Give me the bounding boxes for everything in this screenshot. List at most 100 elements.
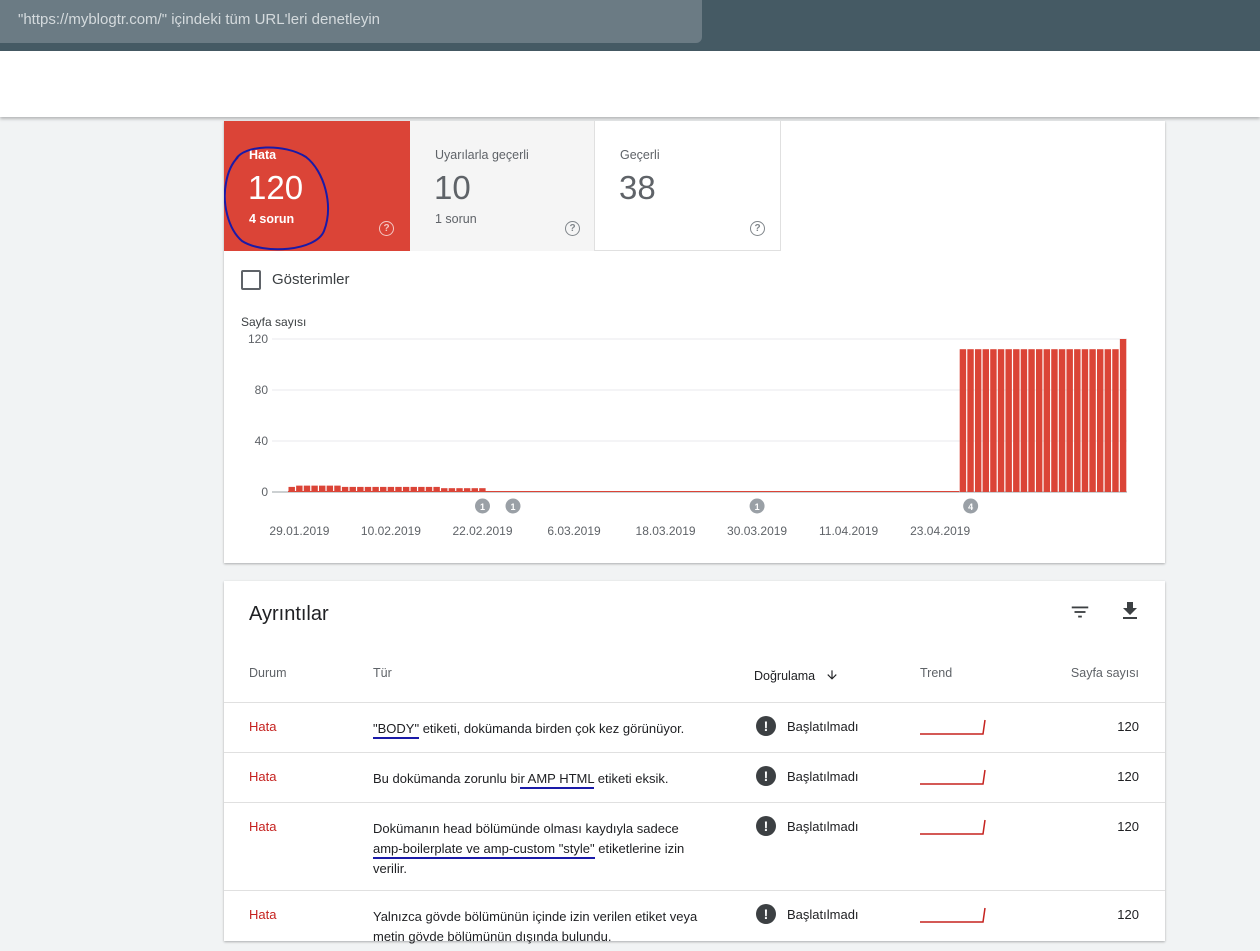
row-type-part: Bu dokümanda zorunlu bi [373, 771, 521, 786]
chart-bar [1081, 349, 1089, 492]
row-type-part: etiketi eksik. [594, 771, 669, 786]
row-type-part: amp-boilerplate ve amp-custom "style" [373, 841, 595, 859]
col-status[interactable]: Durum [249, 666, 287, 680]
annotation-label: 1 [755, 502, 760, 512]
tile-warning-issues: 1 sorun [435, 212, 477, 226]
chart-bar [1005, 349, 1012, 492]
download-icon[interactable] [1118, 599, 1142, 623]
chart-bar [990, 349, 997, 492]
details-title: Ayrıntılar [249, 603, 329, 625]
y-tick-label: 80 [255, 383, 269, 397]
filter-icon[interactable] [1069, 601, 1091, 623]
row-type-part: r AMP HTML [520, 771, 595, 789]
header-bar [0, 51, 1260, 117]
annotation-label: 4 [968, 502, 973, 512]
help-circle-icon[interactable]: ? [565, 221, 580, 236]
col-validation-label: Doğrulama [754, 669, 816, 683]
chart-bar [1043, 349, 1051, 492]
chart-bar [1089, 349, 1096, 492]
impressions-label: Gösterimler [272, 271, 350, 288]
tile-warning-count: 10 [434, 169, 471, 206]
trend-sparkline [920, 769, 986, 785]
row-status: Hata [249, 907, 277, 922]
x-tick-label: 22.02.2019 [452, 524, 512, 538]
x-tick-label: 30.03.2019 [727, 524, 787, 538]
alert-icon: ! [756, 816, 776, 836]
row-type-part: "BODY" [373, 721, 420, 739]
table-row[interactable]: Hata Yalnızca gövde bölümünün içinde izi… [224, 890, 1165, 951]
y-tick-label: 40 [255, 434, 269, 448]
row-validation: Başlatılmadı [787, 819, 859, 834]
chart-bar [1096, 349, 1104, 492]
arrow-down-icon [826, 670, 837, 680]
trend-sparkline [920, 719, 986, 735]
chart-bar [967, 349, 974, 492]
annotation-label: 1 [480, 502, 485, 512]
row-type-part: etiketi, dokümanda birden çok kez görünü… [419, 721, 685, 736]
chart-bar [1066, 349, 1073, 492]
chart-bar [1119, 339, 1127, 492]
tile-valid[interactable]: Geçerli 38 ? [595, 121, 781, 251]
x-tick-label: 18.03.2019 [636, 524, 696, 538]
chart-bar [1013, 349, 1020, 492]
col-pages[interactable]: Sayfa sayısı [1071, 666, 1139, 680]
row-count: 120 [1117, 769, 1139, 784]
top-bar: "https://myblogtr.com/" içindeki tüm URL… [0, 0, 1260, 51]
tile-valid-count: 38 [619, 169, 656, 206]
chart-bar [982, 349, 990, 492]
help-circle-icon[interactable]: ? [379, 221, 394, 236]
row-type: Bu dokümanda zorunlu bir AMP HTML etiket… [373, 769, 703, 789]
impressions-checkbox[interactable] [241, 270, 261, 290]
trend-sparkline [920, 907, 986, 923]
help-circle-icon[interactable]: ? [750, 221, 765, 236]
pages-chart: Sayfa sayısı 0 40 80 120 29.01.2019 10.02.2019… [241, 315, 1127, 538]
col-type[interactable]: Tür [373, 666, 392, 680]
alert-icon: ! [756, 904, 776, 924]
col-validation[interactable]: Doğrulama [754, 666, 837, 683]
table-row[interactable]: Hata "BODY" etiketi, dokümanda birden ço… [224, 702, 1165, 753]
x-tick-label: 11.04.2019 [819, 524, 878, 538]
tile-warning[interactable]: Uyarılarla geçerli 10 1 sorun ? [410, 121, 595, 251]
chart-bar [1020, 349, 1028, 492]
row-count: 120 [1117, 819, 1139, 834]
chart-bar [1074, 349, 1081, 492]
y-tick-label: 0 [261, 485, 268, 499]
alert-icon: ! [756, 766, 776, 786]
chart-bar [974, 349, 982, 492]
chart-bar [997, 349, 1005, 492]
chart-bar [1035, 349, 1043, 492]
row-type: "BODY" etiketi, dokümanda birden çok kez… [373, 719, 703, 739]
x-tick-label: 23.04.2019 [910, 524, 970, 538]
table-row[interactable]: Hata Dokümanın head bölümünde olması kay… [224, 802, 1165, 891]
row-type-part: Dokümanın head bölümünde olması kaydıyla… [373, 821, 679, 836]
chart-bar [1058, 349, 1066, 492]
tile-warning-label: Uyarılarla geçerli [435, 148, 529, 162]
x-tick-label: 29.01.2019 [269, 524, 329, 538]
tile-valid-label: Geçerli [620, 148, 660, 162]
search-input[interactable]: "https://myblogtr.com/" içindeki tüm URL… [0, 0, 702, 43]
details-card: Ayrıntılar Durum Tür Doğrulama Trend Say… [224, 581, 1165, 944]
table-row[interactable]: Hata Bu dokümanda zorunlu bir AMP HTML e… [224, 752, 1165, 803]
summary-card: Hata 120 4 sorun ? Uyarılarla geçerli 10… [224, 121, 1165, 563]
chart-bar [1112, 349, 1119, 492]
annotation-circle [224, 146, 329, 251]
row-validation: Başlatılmadı [787, 719, 859, 734]
search-text: "https://myblogtr.com/" içindeki tüm URL… [18, 11, 380, 28]
chart-bar [1051, 349, 1058, 492]
x-tick-label: 10.02.2019 [361, 524, 421, 538]
row-validation: Başlatılmadı [787, 769, 859, 784]
col-trend[interactable]: Trend [920, 666, 952, 680]
row-status: Hata [249, 769, 277, 784]
chart-bar [959, 349, 967, 492]
trend-sparkline [920, 819, 986, 835]
row-count: 120 [1117, 719, 1139, 734]
y-axis-label: Sayfa sayısı [241, 315, 306, 329]
row-status: Hata [249, 719, 277, 734]
chart-bar [1028, 349, 1035, 492]
alert-icon: ! [756, 716, 776, 736]
row-type: Dokümanın head bölümünde olması kaydıyla… [373, 819, 703, 879]
annotation-label: 1 [510, 502, 515, 512]
row-count: 120 [1117, 907, 1139, 922]
row-status: Hata [249, 819, 277, 834]
row-validation: Başlatılmadı [787, 907, 859, 922]
